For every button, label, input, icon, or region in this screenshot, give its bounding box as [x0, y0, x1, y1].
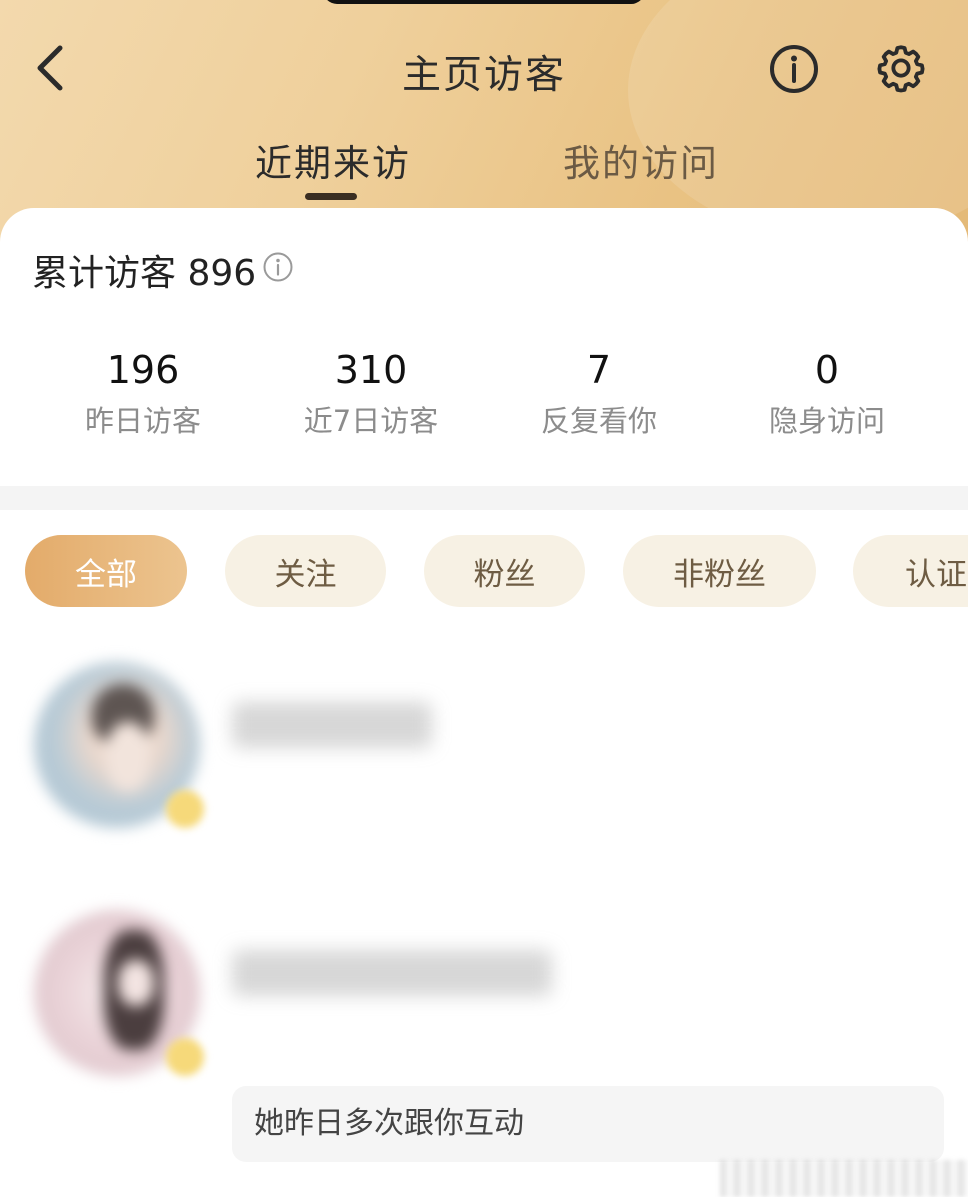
filter-chip-verified[interactable]: 认证: [853, 535, 968, 607]
visitors-page: 主页访客 近期来访 我的访问 累计访客 896 196 昨日访客 310 近7日…: [0, 0, 968, 1197]
interaction-note: 她昨日多次跟你互动: [232, 1086, 944, 1162]
stat-yesterday[interactable]: 196 昨日访客: [29, 344, 257, 440]
tab-recent-visits[interactable]: 近期来访: [255, 133, 411, 187]
filter-chip-all[interactable]: 全部: [25, 535, 187, 607]
stat-repeat-visitors[interactable]: 7 反复看你: [485, 344, 713, 440]
tab-my-visits[interactable]: 我的访问: [563, 133, 719, 187]
section-divider: [0, 486, 968, 510]
gear-icon: [877, 45, 925, 93]
total-visitors: 累计访客 896: [32, 244, 256, 296]
stat-label: 近7日访客: [303, 404, 439, 438]
stat-hidden-visits[interactable]: 0 隐身访问: [713, 344, 941, 440]
stats-row: 196 昨日访客 310 近7日访客 7 反复看你 0 隐身访问: [0, 344, 968, 444]
stat-last-7-days[interactable]: 310 近7日访客: [257, 344, 485, 440]
tab-bar: 近期来访 我的访问: [0, 133, 968, 203]
visitor-list-item[interactable]: [0, 662, 968, 862]
total-visitors-label: 累计访客: [32, 253, 177, 294]
summary-card: 累计访客 896 196 昨日访客 310 近7日访客 7 反复看你 0 隐身访…: [0, 208, 968, 486]
active-tab-indicator: [305, 193, 357, 200]
info-button[interactable]: [768, 43, 820, 95]
visitor-list-item[interactable]: [0, 910, 968, 1110]
stat-value: 7: [586, 348, 612, 392]
stat-label: 隐身访问: [768, 404, 885, 438]
stat-value: 310: [334, 348, 408, 392]
visitor-name-blurred[interactable]: [232, 950, 552, 996]
stat-label: 昨日访客: [84, 404, 201, 438]
phone-notch: [323, 0, 645, 4]
filter-chip-fans[interactable]: 粉丝: [424, 535, 585, 607]
stat-value: 0: [814, 348, 840, 392]
visitor-name-blurred[interactable]: [232, 702, 432, 748]
vip-badge-icon: [166, 790, 204, 828]
filter-chip-following[interactable]: 关注: [225, 535, 386, 607]
filter-chips: 全部 关注 粉丝 非粉丝 认证: [0, 535, 968, 607]
total-info-button[interactable]: [262, 251, 294, 283]
total-visitors-value: 896: [187, 253, 257, 294]
vip-badge-icon: [166, 1038, 204, 1076]
info-icon: [770, 45, 818, 93]
settings-button[interactable]: [874, 41, 928, 95]
page-title: 主页访客: [401, 53, 566, 98]
info-icon: [263, 252, 293, 282]
filter-chip-non-fans[interactable]: 非粉丝: [623, 535, 816, 607]
blurred-content: [720, 1160, 968, 1197]
stat-value: 196: [106, 348, 180, 392]
stat-label: 反复看你: [540, 404, 657, 438]
